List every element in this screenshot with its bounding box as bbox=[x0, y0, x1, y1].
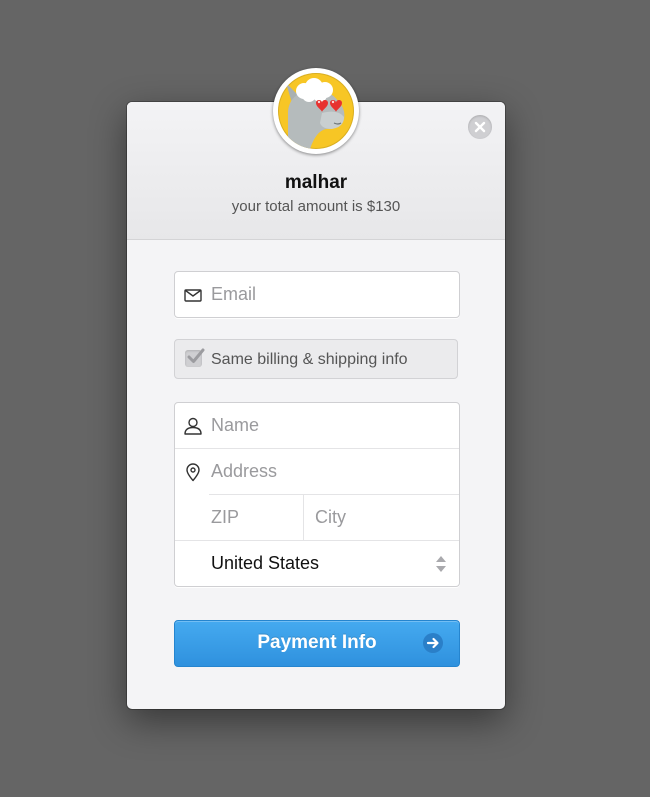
email-field-group: Email bbox=[174, 271, 460, 318]
envelope-icon bbox=[183, 285, 203, 305]
city-placeholder: City bbox=[315, 507, 346, 527]
email-field[interactable]: Email bbox=[175, 272, 459, 317]
payment-info-button[interactable]: Payment Info bbox=[174, 620, 460, 667]
zip-placeholder: ZIP bbox=[211, 507, 240, 527]
same-billing-toggle[interactable]: Same billing & shipping info bbox=[174, 339, 458, 379]
email-placeholder: Email bbox=[211, 284, 257, 304]
country-value: United States bbox=[211, 553, 320, 573]
checkmark-icon bbox=[187, 348, 205, 363]
payment-info-label: Payment Info bbox=[257, 632, 377, 653]
billing-checkbox[interactable] bbox=[185, 348, 205, 367]
avatar bbox=[273, 68, 359, 154]
close-button[interactable] bbox=[468, 115, 492, 139]
location-pin-icon bbox=[183, 462, 203, 482]
country-select[interactable]: United States bbox=[175, 540, 459, 586]
name-placeholder: Name bbox=[211, 415, 260, 435]
shipping-address-group: Name Address ZIP City United States bbox=[174, 402, 460, 587]
billing-label: Same billing & shipping info bbox=[211, 351, 408, 368]
arrow-right-icon bbox=[423, 633, 443, 653]
address-field[interactable]: Address bbox=[175, 448, 459, 494]
checkout-modal: malhar your total amount is $130 Email S… bbox=[127, 68, 505, 709]
total-amount: your total amount is $130 bbox=[231, 198, 401, 215]
llama-heart-eyes-avatar bbox=[278, 73, 354, 149]
zip-city-row: ZIP City bbox=[209, 494, 459, 540]
address-placeholder: Address bbox=[211, 461, 278, 481]
zip-field[interactable]: ZIP bbox=[209, 495, 304, 540]
close-icon bbox=[474, 121, 486, 133]
city-field[interactable]: City bbox=[304, 495, 456, 540]
person-icon bbox=[183, 416, 203, 436]
name-field[interactable]: Name bbox=[175, 403, 459, 448]
select-arrows-icon bbox=[435, 553, 447, 575]
shop-name: malhar bbox=[284, 172, 348, 193]
